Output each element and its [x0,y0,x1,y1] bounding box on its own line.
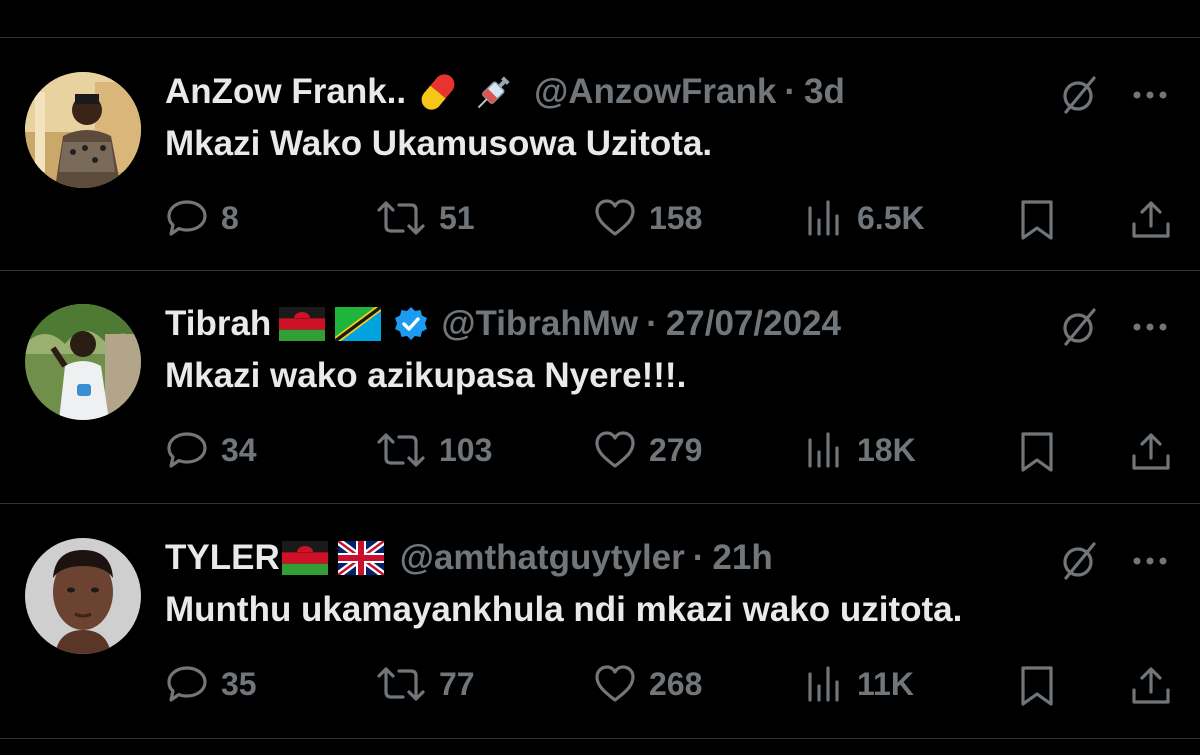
repost-count: 51 [439,199,475,236]
separator-dot: · [646,304,658,343]
bookmark-button[interactable] [1017,198,1057,247]
share-button[interactable] [1129,664,1173,713]
share-button[interactable] [1129,430,1173,479]
bookmark-button[interactable] [1017,430,1057,479]
reply-icon [167,200,207,236]
more-icon[interactable] [1128,74,1172,116]
tweet-header: TYLER @amthatguytyler · 21h [165,534,773,582]
action-bar: 8 51 158 6.5K [165,190,1175,246]
bookmark-button[interactable] [1017,664,1057,713]
user-handle[interactable]: @AnzowFrank [534,72,776,112]
repost-icon [377,433,425,467]
tweet-text: Mkazi Wako Ukamusowa Uzitota. [165,124,713,163]
reply-count: 8 [221,199,239,236]
reply-count: 34 [221,431,257,468]
reply-button[interactable]: 35 [165,656,257,712]
pill-emoji [414,68,462,116]
tweet-text: Munthu ukamayankhula ndi mkazi wako uzit… [165,590,963,629]
tweet-header: AnZow Frank.. @AnzowFrank · 3d [165,68,845,116]
tweet-3[interactable]: TYLER @amthatguytyler · 21h Munthu ukama… [0,504,1200,736]
display-name[interactable]: AnZow Frank.. [165,72,406,112]
verified-badge-icon [393,306,429,342]
syringe-emoji [470,68,518,116]
views-count: 18K [857,431,916,468]
avatar[interactable] [25,72,141,188]
share-icon [1132,667,1170,704]
grok-icon[interactable] [1058,74,1100,116]
uk-flag-emoji [337,541,384,575]
share-icon [1132,433,1170,470]
grok-icon[interactable] [1058,306,1100,348]
like-count: 268 [649,665,703,702]
display-name[interactable]: Tibrah [165,304,271,344]
repost-icon [377,667,425,701]
views-button[interactable]: 6.5K [805,190,925,246]
reply-icon [167,432,207,468]
timestamp[interactable]: 3d [804,72,845,112]
views-count: 11K [857,665,914,702]
reply-count: 35 [221,665,257,702]
share-button[interactable] [1129,198,1173,247]
reply-button[interactable]: 8 [165,190,239,246]
views-icon [808,200,839,236]
tanzania-flag-emoji [335,307,382,341]
repost-count: 77 [439,665,475,702]
views-button[interactable]: 18K [805,422,916,478]
timestamp[interactable]: 27/07/2024 [666,304,841,344]
more-icon[interactable] [1128,540,1172,582]
views-button[interactable]: 11K [805,656,914,712]
bookmark-icon [1021,666,1053,706]
reply-icon [167,666,207,702]
like-icon [595,199,635,236]
repost-button[interactable]: 103 [375,422,492,478]
repost-icon [377,201,425,235]
like-icon [595,665,635,702]
share-icon [1132,201,1170,238]
malawi-flag-emoji [279,307,326,341]
bookmark-icon [1021,432,1053,472]
more-icon[interactable] [1128,306,1172,348]
reply-button[interactable]: 34 [165,422,257,478]
repost-button[interactable]: 51 [375,190,475,246]
like-count: 158 [649,199,703,236]
action-bar: 35 77 268 11K [165,656,1175,712]
tweet-text: Mkazi wako azikupasa Nyere!!!. [165,356,687,395]
separator-dot: · [784,72,796,111]
avatar[interactable] [25,304,141,420]
like-count: 279 [649,431,703,468]
tweet-2[interactable]: Tibrah @TibrahMw · 27/07/2024 Mkazi wako… [0,270,1200,502]
display-name[interactable]: TYLER [165,538,280,578]
separator-dot: · [692,538,705,577]
malawi-flag-emoji [281,541,328,575]
divider-bottom [0,738,1200,739]
like-button[interactable]: 158 [593,190,702,246]
tweet-header: Tibrah @TibrahMw · 27/07/2024 [165,300,841,348]
like-button[interactable]: 268 [593,656,702,712]
views-icon [808,666,839,702]
timestamp[interactable]: 21h [712,538,772,578]
action-bar: 34 103 279 18K [165,422,1175,478]
like-icon [595,431,635,468]
repost-button[interactable]: 77 [375,656,475,712]
grok-icon[interactable] [1058,540,1100,582]
avatar[interactable] [25,538,141,654]
views-count: 6.5K [857,199,925,236]
repost-count: 103 [439,431,493,468]
tweet-1[interactable]: AnZow Frank.. @AnzowFrank · 3d Mkazi Wak… [0,38,1200,270]
user-handle[interactable]: @amthatguytyler [400,538,685,578]
like-button[interactable]: 279 [593,422,702,478]
bookmark-icon [1021,200,1053,240]
user-handle[interactable]: @TibrahMw [441,304,638,344]
views-icon [808,432,839,468]
